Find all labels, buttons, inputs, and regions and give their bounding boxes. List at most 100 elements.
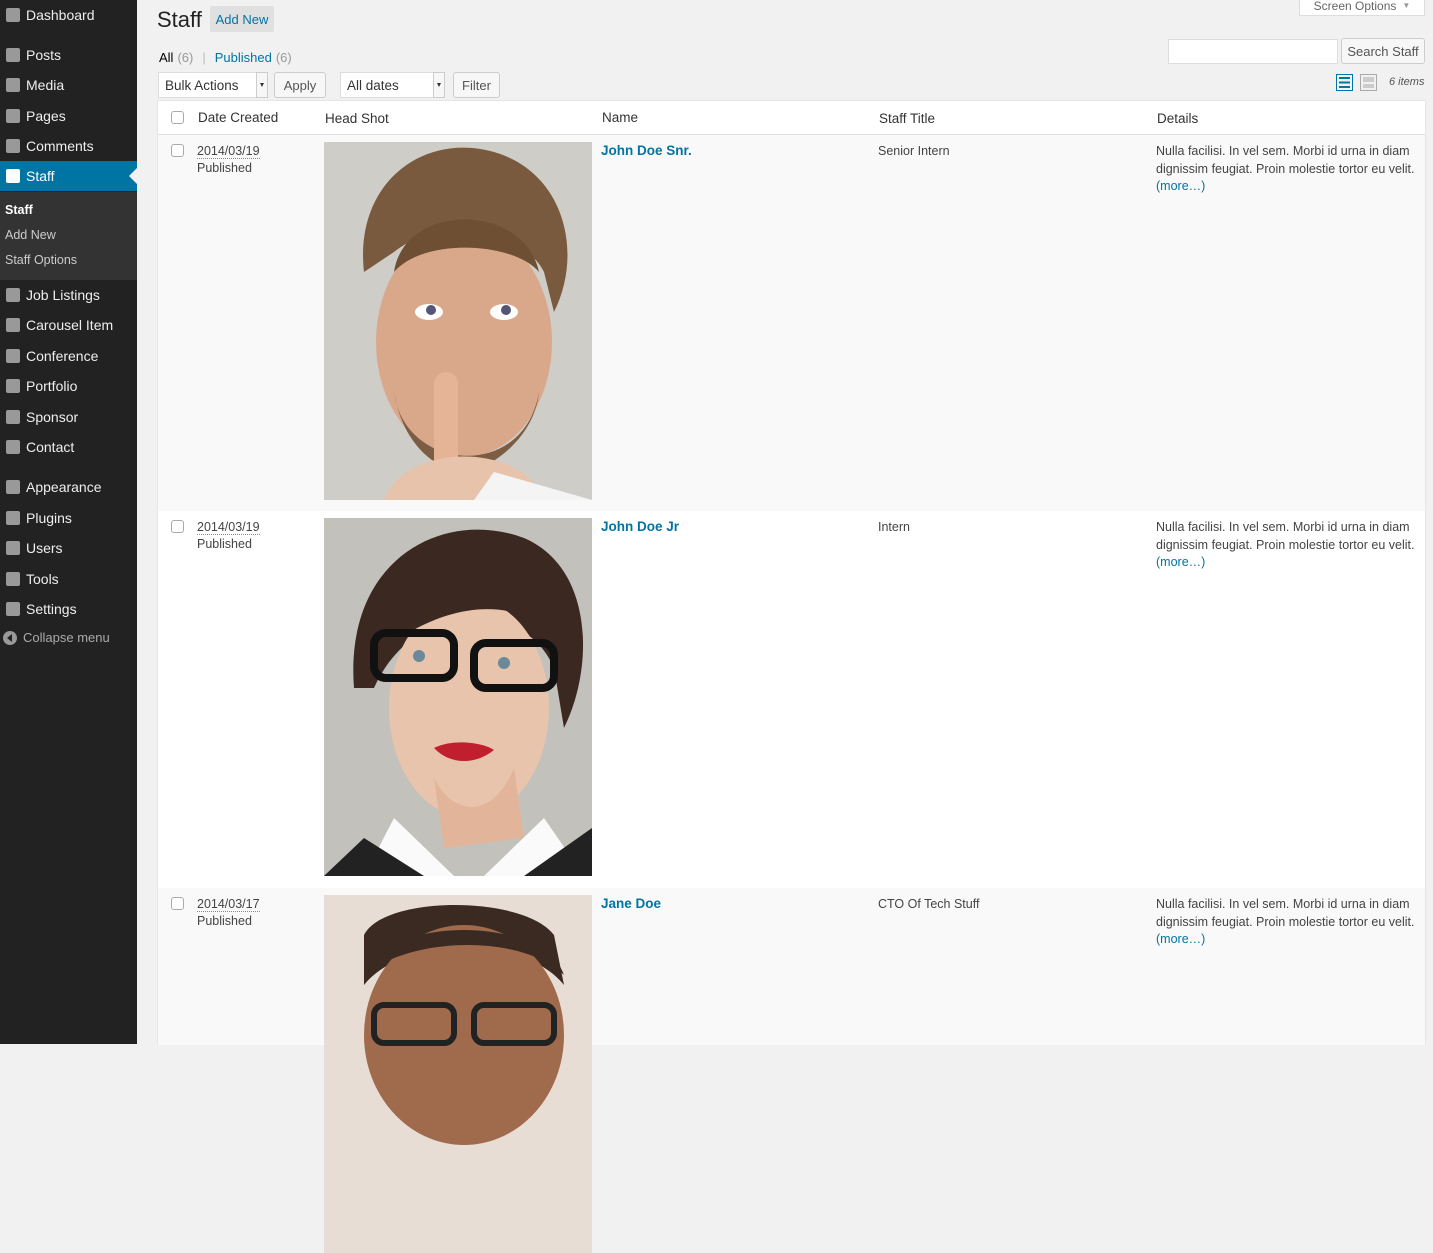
dates-select[interactable]: All dates <box>340 72 445 98</box>
menu-item-portfolio[interactable]: Portfolio <box>0 371 137 401</box>
staff-name-link[interactable]: Jane Doe <box>601 896 661 911</box>
filter-all-label[interactable]: All <box>159 50 173 65</box>
caret-down-icon: ▼ <box>1402 1 1411 10</box>
menu-label: Tools <box>26 571 59 587</box>
details-text: Nulla facilisi. In vel sem. Morbi id urn… <box>1156 520 1415 552</box>
dashboard-icon <box>0 8 26 22</box>
admin-sidebar: Dashboard Posts Media Pages Comments Sta… <box>0 0 137 1044</box>
staff-name-link[interactable]: John Doe Snr. <box>601 143 692 158</box>
date-cell: 2014/03/17 Published <box>197 896 260 930</box>
row-checkbox[interactable] <box>171 897 184 910</box>
menu-label: Carousel Item <box>26 317 114 333</box>
submenu-item-staff[interactable]: Staff <box>5 203 33 217</box>
page-title: Staff <box>157 7 202 32</box>
column-head-shot: Head Shot <box>325 111 389 126</box>
menu-label: Portfolio <box>26 378 78 394</box>
table-header: Date Created Head Shot Name Staff Title … <box>158 101 1425 135</box>
list-view-icon[interactable] <box>1336 74 1353 91</box>
comment-icon <box>0 139 26 153</box>
table-row: 2014/03/19 Published John Doe Jr Intern … <box>158 511 1425 888</box>
column-date-created[interactable]: Date Created <box>198 110 278 125</box>
menu-label: Plugins <box>26 510 72 526</box>
menu-label: Media <box>26 77 65 93</box>
row-checkbox[interactable] <box>171 520 184 533</box>
menu-label: Contact <box>26 439 75 455</box>
filter-published-count: (6) <box>275 50 292 65</box>
apply-button[interactable]: Apply <box>274 72 326 98</box>
menu-label: Appearance <box>26 479 102 495</box>
collapse-menu-label: Collapse menu <box>23 630 110 645</box>
search-input[interactable] <box>1168 39 1338 64</box>
date-cell: 2014/03/19 Published <box>197 143 260 177</box>
dropdown-arrow-icon <box>433 72 445 98</box>
head-shot-image <box>324 895 592 1253</box>
menu-label: Settings <box>26 601 77 617</box>
post-status: Published <box>197 537 252 551</box>
screen-options-button[interactable]: Screen Options ▼ <box>1299 0 1425 16</box>
menu-item-dashboard[interactable]: Dashboard <box>0 0 137 30</box>
add-new-button[interactable]: Add New <box>210 6 274 32</box>
user-group-icon <box>0 410 26 424</box>
dropdown-arrow-icon <box>256 72 268 98</box>
more-link[interactable]: (more…) <box>1156 179 1205 193</box>
menu-label: Posts <box>26 47 62 63</box>
menu-item-job-listings[interactable]: Job Listings <box>0 280 137 310</box>
filter-button[interactable]: Filter <box>453 72 500 98</box>
more-link[interactable]: (more…) <box>1156 932 1205 946</box>
search-staff-button[interactable]: Search Staff <box>1341 38 1425 64</box>
submenu-item-add-new[interactable]: Add New <box>5 228 56 242</box>
menu-item-contact[interactable]: Contact <box>0 432 137 462</box>
staff-title: Intern <box>878 520 910 534</box>
filter-published-link[interactable]: Published <box>215 50 272 65</box>
column-details: Details <box>1157 111 1199 126</box>
menu-item-tools[interactable]: Tools <box>0 564 137 594</box>
calendar-icon <box>0 349 26 363</box>
more-link[interactable]: (more…) <box>1156 555 1205 569</box>
details-cell: Nulla facilisi. In vel sem. Morbi id urn… <box>1156 143 1421 196</box>
menu-item-pages[interactable]: Pages <box>0 101 137 131</box>
menu-item-sponsor[interactable]: Sponsor <box>0 402 137 432</box>
date-cell: 2014/03/19 Published <box>197 519 260 553</box>
menu-label: Dashboard <box>26 7 95 23</box>
menu-item-plugins[interactable]: Plugins <box>0 503 137 533</box>
menu-label: Staff <box>26 168 55 184</box>
menu-label: Comments <box>26 138 94 154</box>
menu-item-media[interactable]: Media <box>0 70 137 100</box>
date-value: 2014/03/19 <box>197 520 260 535</box>
status-filters: All (6) | Published (6) <box>159 50 292 65</box>
select-all-checkbox[interactable] <box>171 111 184 124</box>
staff-icon <box>0 169 26 183</box>
pages-icon <box>0 109 26 123</box>
table-row: 2014/03/17 Published Jane Doe CTO Of Tec… <box>158 888 1425 1253</box>
column-name[interactable]: Name <box>602 110 638 125</box>
items-count: 6 items <box>1389 76 1425 88</box>
staff-name-link[interactable]: John Doe Jr <box>601 519 679 534</box>
collapse-arrow-icon <box>3 630 17 645</box>
wrench-icon <box>0 572 26 586</box>
excerpt-view-icon[interactable] <box>1360 74 1377 91</box>
carousel-icon <box>0 318 26 332</box>
collapse-menu-button[interactable]: Collapse menu <box>0 630 110 645</box>
menu-label: Conference <box>26 348 99 364</box>
details-cell: Nulla facilisi. In vel sem. Morbi id urn… <box>1156 896 1421 949</box>
menu-item-posts[interactable]: Posts <box>0 40 137 70</box>
head-shot-image <box>324 142 592 500</box>
details-text: Nulla facilisi. In vel sem. Morbi id urn… <box>1156 897 1415 929</box>
menu-item-users[interactable]: Users <box>0 533 137 563</box>
dates-value: All dates <box>347 77 399 93</box>
menu-label: Job Listings <box>26 287 100 303</box>
listing-icon <box>0 288 26 302</box>
row-checkbox[interactable] <box>171 144 184 157</box>
submenu-item-staff-options[interactable]: Staff Options <box>5 253 77 267</box>
post-status: Published <box>197 914 252 928</box>
bulk-actions-select[interactable]: Bulk Actions <box>158 72 268 98</box>
menu-label: Sponsor <box>26 409 79 425</box>
date-value: 2014/03/17 <box>197 897 260 912</box>
menu-item-comments[interactable]: Comments <box>0 131 137 161</box>
menu-item-settings[interactable]: Settings <box>0 594 137 624</box>
menu-item-conference[interactable]: Conference <box>0 341 137 371</box>
menu-item-appearance[interactable]: Appearance <box>0 472 137 502</box>
menu-item-carousel-item[interactable]: Carousel Item <box>0 310 137 340</box>
staff-submenu: Staff Add New Staff Options <box>0 192 137 280</box>
menu-item-staff[interactable]: Staff <box>0 161 137 191</box>
